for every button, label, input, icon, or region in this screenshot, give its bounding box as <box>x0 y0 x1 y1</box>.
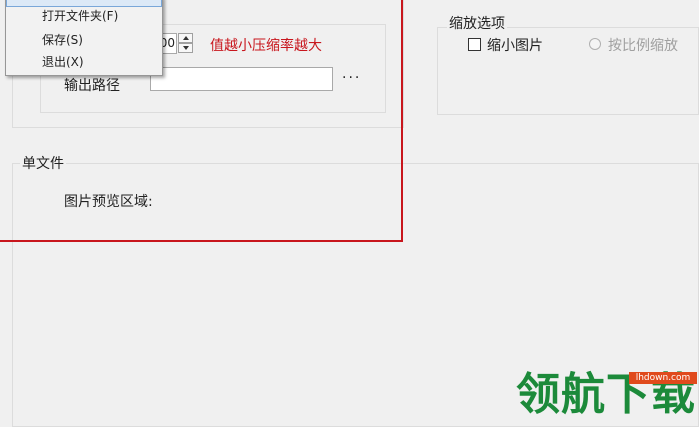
browse-button[interactable]: ··· <box>342 70 361 86</box>
compression-hint: 值越小压缩率越大 <box>210 38 322 54</box>
menu-item-highlighted[interactable] <box>6 0 162 7</box>
image-preview-label: 图片预览区域: <box>64 194 153 210</box>
keep-ratio-label: 按比例缩放 <box>608 38 678 54</box>
watermark-url: lhdown.com <box>629 372 697 384</box>
menu-item-save[interactable]: 保存(S) <box>42 31 83 48</box>
caret-up-icon <box>183 36 189 40</box>
file-menu: 打开文件夹(F) 保存(S) 退出(X) <box>5 0 163 76</box>
scale-options-title: 缩放选项 <box>447 13 507 33</box>
menu-item-exit[interactable]: 退出(X) <box>42 53 84 70</box>
watermark-logo: 领航下载 lhdown.com <box>512 366 697 424</box>
caret-down-icon <box>183 46 189 50</box>
spin-down-button[interactable] <box>178 43 193 53</box>
output-path-input[interactable] <box>150 67 333 91</box>
single-file-title: 单文件 <box>20 153 66 173</box>
shrink-image-checkbox[interactable] <box>468 38 481 51</box>
shrink-image-label[interactable]: 缩小图片 <box>487 35 543 55</box>
keep-ratio-radio[interactable] <box>589 38 601 50</box>
spin-up-button[interactable] <box>178 33 193 43</box>
output-path-label: 输出路径 <box>64 78 120 94</box>
menu-item-open-folder[interactable]: 打开文件夹(F) <box>42 7 118 24</box>
quality-stepper[interactable]: 00 <box>158 33 194 54</box>
